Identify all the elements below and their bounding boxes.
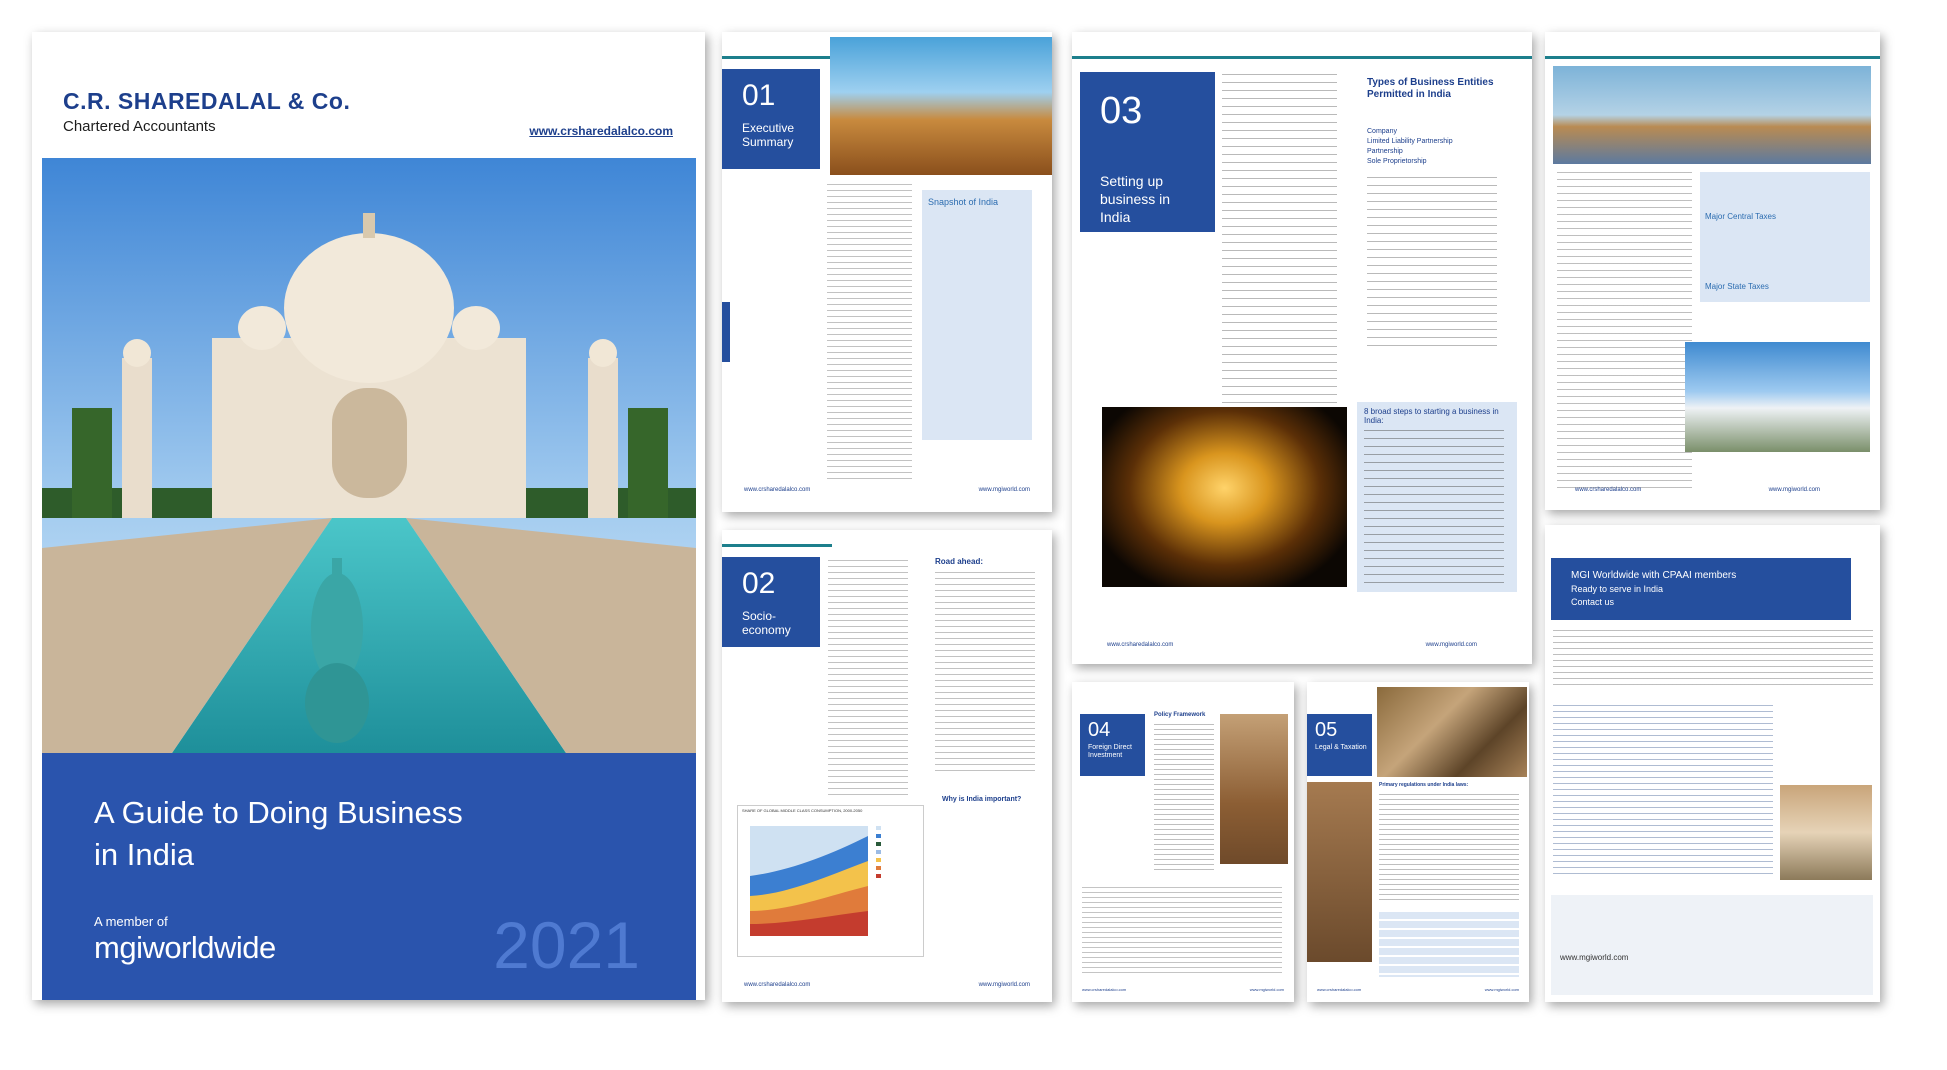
footer-left[interactable]: www.crsharedalalco.com (1317, 987, 1361, 992)
tax-list-text (1557, 172, 1692, 492)
section-chip-02: 02 Socio-economy (722, 557, 820, 647)
steps-heading: 8 broad steps to starting a business in … (1364, 407, 1499, 425)
member-firms-list (1553, 705, 1773, 875)
entity-types-heading: Types of Business Entities Permitted in … (1367, 77, 1494, 100)
stone-carving-photo (1307, 782, 1372, 962)
page-socio-economy: 02 Socio-economy Road ahead: Why is Indi… (722, 530, 1052, 1002)
steps-list (1364, 430, 1504, 585)
central-taxes-heading: Major Central Taxes (1705, 212, 1776, 221)
socio-text (828, 560, 908, 800)
middle-class-chart: SHARE OF GLOBAL MIDDLE CLASS CONSUMPTION… (737, 805, 924, 957)
footer-right[interactable]: www.mgiworld.com (979, 982, 1030, 988)
foreign-entity-text (1367, 177, 1497, 347)
regulations-heading: Primary regulations under India laws: (1379, 782, 1469, 788)
contact-banner: MGI Worldwide with CPAAI members Ready t… (1551, 558, 1851, 620)
page-executive-summary: 01 Executive Summary Snapshot of India w… (722, 32, 1052, 512)
contact-website[interactable]: www.mgiworld.com (1560, 953, 1628, 962)
page-contact: MGI Worldwide with CPAAI members Ready t… (1545, 525, 1880, 1002)
footer-left[interactable]: www.crsharedalalco.com (744, 982, 810, 988)
entity-types-list: Company Limited Liability Partnership Part… (1367, 128, 1453, 165)
firm-name: C.R. SHAREDALAL & Co. (63, 88, 351, 114)
contact-intro-text (1553, 630, 1873, 690)
footer-left[interactable]: www.crsharedalalco.com (1107, 642, 1173, 648)
ornate-ceiling-photo (1220, 714, 1288, 864)
road-ahead-heading: Road ahead: (935, 557, 984, 566)
state-taxes-heading: Major State Taxes (1705, 282, 1769, 291)
market-photo (1377, 687, 1527, 777)
footer-left[interactable]: www.crsharedalalco.com (1575, 487, 1641, 493)
setup-text (1222, 74, 1337, 424)
summary-text (827, 184, 912, 484)
fort-photo (830, 37, 1052, 175)
section-chip-05: 05 Legal & Taxation (1307, 714, 1372, 776)
page-setting-up: 03 Setting up business in India Types of… (1072, 32, 1532, 664)
palace-photo (1553, 66, 1871, 164)
section-chip-03: 03 Setting up business in India (1080, 72, 1215, 232)
contact-footer-band (1551, 895, 1873, 995)
footer-right[interactable]: www.mgiworld.com (1769, 487, 1820, 493)
fdi-sectors-table (1082, 887, 1282, 977)
taj-mahal-photo (42, 158, 696, 753)
page-fdi: 04 Foreign Direct Investment Policy Fram… (1072, 682, 1294, 1002)
golden-temple-photo (1102, 407, 1347, 587)
footer-left[interactable]: www.crsharedalalco.com (744, 487, 810, 493)
footer-right[interactable]: www.mgiworld.com (1426, 642, 1477, 648)
member-label: A member of (94, 914, 168, 929)
page-taxes: Major Central Taxes Major State Taxes ww… (1545, 32, 1880, 510)
firm-subtitle: Chartered Accountants (63, 118, 216, 135)
snapshot-heading: Snapshot of India (928, 197, 999, 207)
mgi-logo: mgiworldwide (94, 930, 276, 965)
footer-right[interactable]: www.mgiworld.com (979, 487, 1030, 493)
legal-text (1379, 794, 1519, 904)
cover-year: 2021 (493, 908, 640, 982)
cover-title: A Guide to Doing Business in India (94, 795, 463, 872)
road-ahead-text (935, 572, 1035, 772)
footer-left[interactable]: www.crsharedalalco.com (1082, 987, 1126, 992)
policy-heading: Policy Framework (1154, 712, 1206, 718)
fdi-text (1154, 724, 1214, 874)
why-india-heading: Why is India important? (942, 796, 1022, 803)
page-legal-taxation: 05 Legal & Taxation Primary regulations … (1307, 682, 1529, 1002)
footer-right[interactable]: www.mgiworld.com (1485, 987, 1519, 992)
lotus-temple-photo (1685, 342, 1870, 452)
cover-website-link[interactable]: www.crsharedalalco.com (529, 124, 673, 138)
taj-small-photo (1780, 785, 1872, 880)
section-chip-04: 04 Foreign Direct Investment (1080, 714, 1145, 776)
section-chip-01: 01 Executive Summary (722, 69, 820, 169)
tax-rate-table (1379, 912, 1519, 977)
footer-right[interactable]: www.mgiworld.com (1250, 987, 1284, 992)
cover-page: C.R. SHAREDALAL & Co. Chartered Accounta… (32, 32, 705, 1000)
